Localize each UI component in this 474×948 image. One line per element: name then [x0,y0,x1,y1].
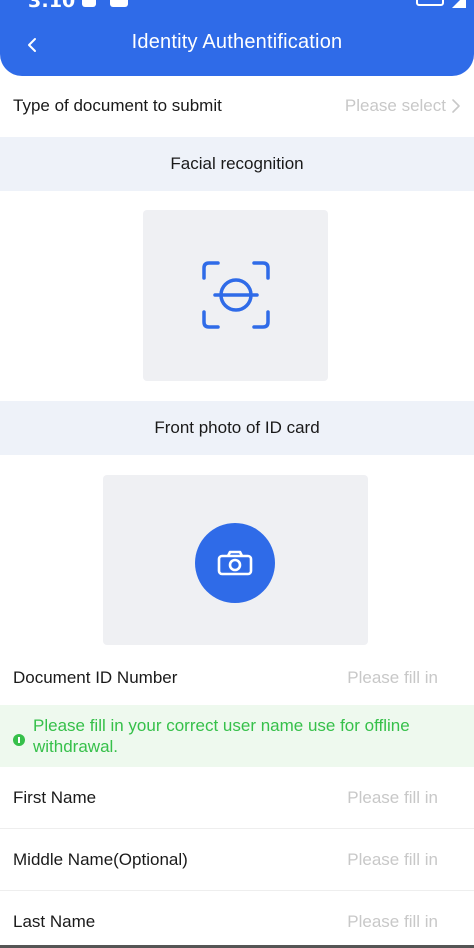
app-header: 3:10 Identity Authentification [0,0,474,76]
first-name-input[interactable]: Please fill in [347,788,461,808]
camera-button[interactable] [195,523,275,603]
document-type-placeholder: Please select [344,96,446,115]
first-name-row: First Name Please fill in [0,767,474,829]
facial-recognition-title: Facial recognition [170,154,304,173]
front-photo-header: Front photo of ID card [0,401,474,455]
notice-text: Please fill in your correct user name us… [33,716,410,756]
middle-name-label: Middle Name(Optional) [13,849,188,869]
last-name-label: Last Name [13,912,96,931]
chevron-right-icon [452,99,460,113]
first-name-label: First Name [13,787,97,807]
id-card-front-upload[interactable] [103,475,368,645]
info-icon [13,734,25,746]
middle-name-input[interactable]: Please fill in [347,850,461,870]
document-id-label: Document ID Number [13,668,178,687]
document-type-selector[interactable]: Type of document to submit Please select [0,88,474,124]
middle-name-row: Middle Name(Optional) Please fill in [0,829,474,891]
battery-icon [416,0,444,6]
signal-icon [452,0,466,8]
last-name-row: Last Name Please fill in [0,891,474,948]
camera-icon [217,550,253,576]
document-id-row: Document ID Number Please fill in [0,660,474,696]
app-notification-icon [110,0,128,7]
page-title: Identity Authentification [131,31,343,53]
facial-recognition-header: Facial recognition [0,137,474,191]
status-time: 3:10 [28,0,76,12]
status-bar: 3:10 [0,0,474,14]
document-type-select[interactable]: Please select [345,96,461,116]
front-photo-title: Front photo of ID card [154,418,320,437]
notification-icon [82,0,96,7]
last-name-input[interactable]: Please fill in [347,912,461,932]
facial-recognition-upload[interactable] [143,210,328,381]
document-id-input[interactable]: Please fill in [347,668,461,688]
document-type-label: Type of document to submit [13,96,222,115]
notice-banner: Please fill in your correct user name us… [0,705,474,767]
face-scan-icon [202,261,270,329]
